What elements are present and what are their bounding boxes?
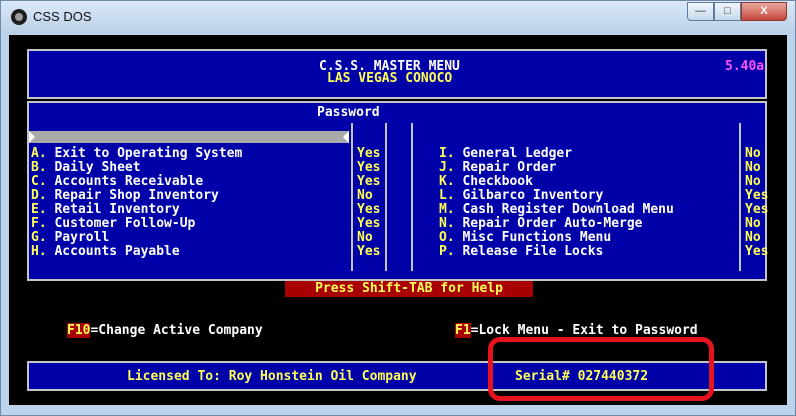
- menu-item-p[interactable]: P. Release File Locks: [439, 244, 603, 259]
- app-icon: [11, 9, 27, 25]
- minimize-button[interactable]: —: [687, 2, 714, 21]
- window-controls: — □ X: [687, 2, 787, 21]
- dos-window: CSS DOS — □ X C.S.S. MASTER MENU LAS VEG…: [0, 0, 796, 416]
- access-value-i: No: [745, 146, 761, 161]
- lock-menu-shortcut[interactable]: F1=Lock Menu - Exit to Password: [455, 323, 698, 338]
- access-value-l: Yes: [745, 188, 769, 203]
- menu-item-j[interactable]: J. Repair Order: [439, 160, 556, 175]
- close-button[interactable]: X: [741, 2, 787, 21]
- highlight-annotation: [488, 337, 714, 401]
- menu-item-a[interactable]: A. Exit to Operating System: [31, 146, 242, 161]
- f1-key: F1: [455, 323, 471, 338]
- f10-key: F10: [67, 323, 91, 338]
- left-col-right-edge: [385, 123, 387, 271]
- left-divider: [351, 123, 353, 271]
- menu-item-c[interactable]: C. Accounts Receivable: [31, 174, 203, 189]
- password-label: Password: [317, 105, 380, 120]
- access-value-m: Yes: [745, 202, 769, 217]
- access-value-d: No: [357, 188, 373, 203]
- access-value-j: No: [745, 160, 761, 175]
- menu-box: Password A. Exit to Operating System B. …: [27, 101, 769, 281]
- header-box: C.S.S. MASTER MENU LAS VEGAS CONOCO 5.40…: [27, 49, 767, 99]
- access-value-a: Yes: [357, 146, 381, 161]
- arrow-right-icon: [29, 131, 35, 143]
- menu-item-g[interactable]: G. Payroll: [31, 230, 109, 245]
- access-value-o: No: [745, 230, 761, 245]
- menu-item-e[interactable]: E. Retail Inventory: [31, 202, 180, 217]
- access-value-p: Yes: [745, 244, 769, 259]
- license-text: Licensed To: Roy Honstein Oil Company: [127, 369, 417, 384]
- access-value-k: No: [745, 174, 761, 189]
- menu-item-f[interactable]: F. Customer Follow-Up: [31, 216, 195, 231]
- access-value-b: Yes: [357, 160, 381, 175]
- menu-item-n[interactable]: N. Repair Order Auto-Merge: [439, 216, 643, 231]
- help-hint: Press Shift-TAB for Help: [285, 281, 533, 297]
- menu-item-l[interactable]: L. Gilbarco Inventory: [439, 188, 603, 203]
- access-value-f: Yes: [357, 216, 381, 231]
- menu-item-d[interactable]: D. Repair Shop Inventory: [31, 188, 219, 203]
- f1-label: =Lock Menu - Exit to Password: [470, 323, 698, 338]
- menu-item-k[interactable]: K. Checkbook: [439, 174, 533, 189]
- company-name: LAS VEGAS CONOCO: [327, 71, 453, 86]
- window-title: CSS DOS: [33, 9, 92, 24]
- access-value-n: No: [745, 216, 761, 231]
- title-bar[interactable]: CSS DOS — □ X: [1, 1, 795, 33]
- f10-label: =Change Active Company: [90, 323, 263, 338]
- password-input[interactable]: [29, 131, 349, 143]
- menu-item-m[interactable]: M. Cash Register Download Menu: [439, 202, 674, 217]
- menu-item-i[interactable]: I. General Ledger: [439, 146, 572, 161]
- version-label: 5.40a: [725, 59, 765, 74]
- change-company-shortcut[interactable]: F10=Change Active Company: [67, 323, 263, 338]
- right-divider: [739, 123, 741, 271]
- access-value-g: No: [357, 230, 373, 245]
- access-value-e: Yes: [357, 202, 381, 217]
- access-value-h: Yes: [357, 244, 381, 259]
- access-value-c: Yes: [357, 174, 381, 189]
- maximize-button[interactable]: □: [714, 2, 741, 21]
- arrow-left-icon: [343, 131, 349, 143]
- menu-item-b[interactable]: B. Daily Sheet: [31, 160, 141, 175]
- right-col-left-edge: [411, 123, 413, 271]
- menu-item-o[interactable]: O. Misc Functions Menu: [439, 230, 611, 245]
- menu-item-h[interactable]: H. Accounts Payable: [31, 244, 180, 259]
